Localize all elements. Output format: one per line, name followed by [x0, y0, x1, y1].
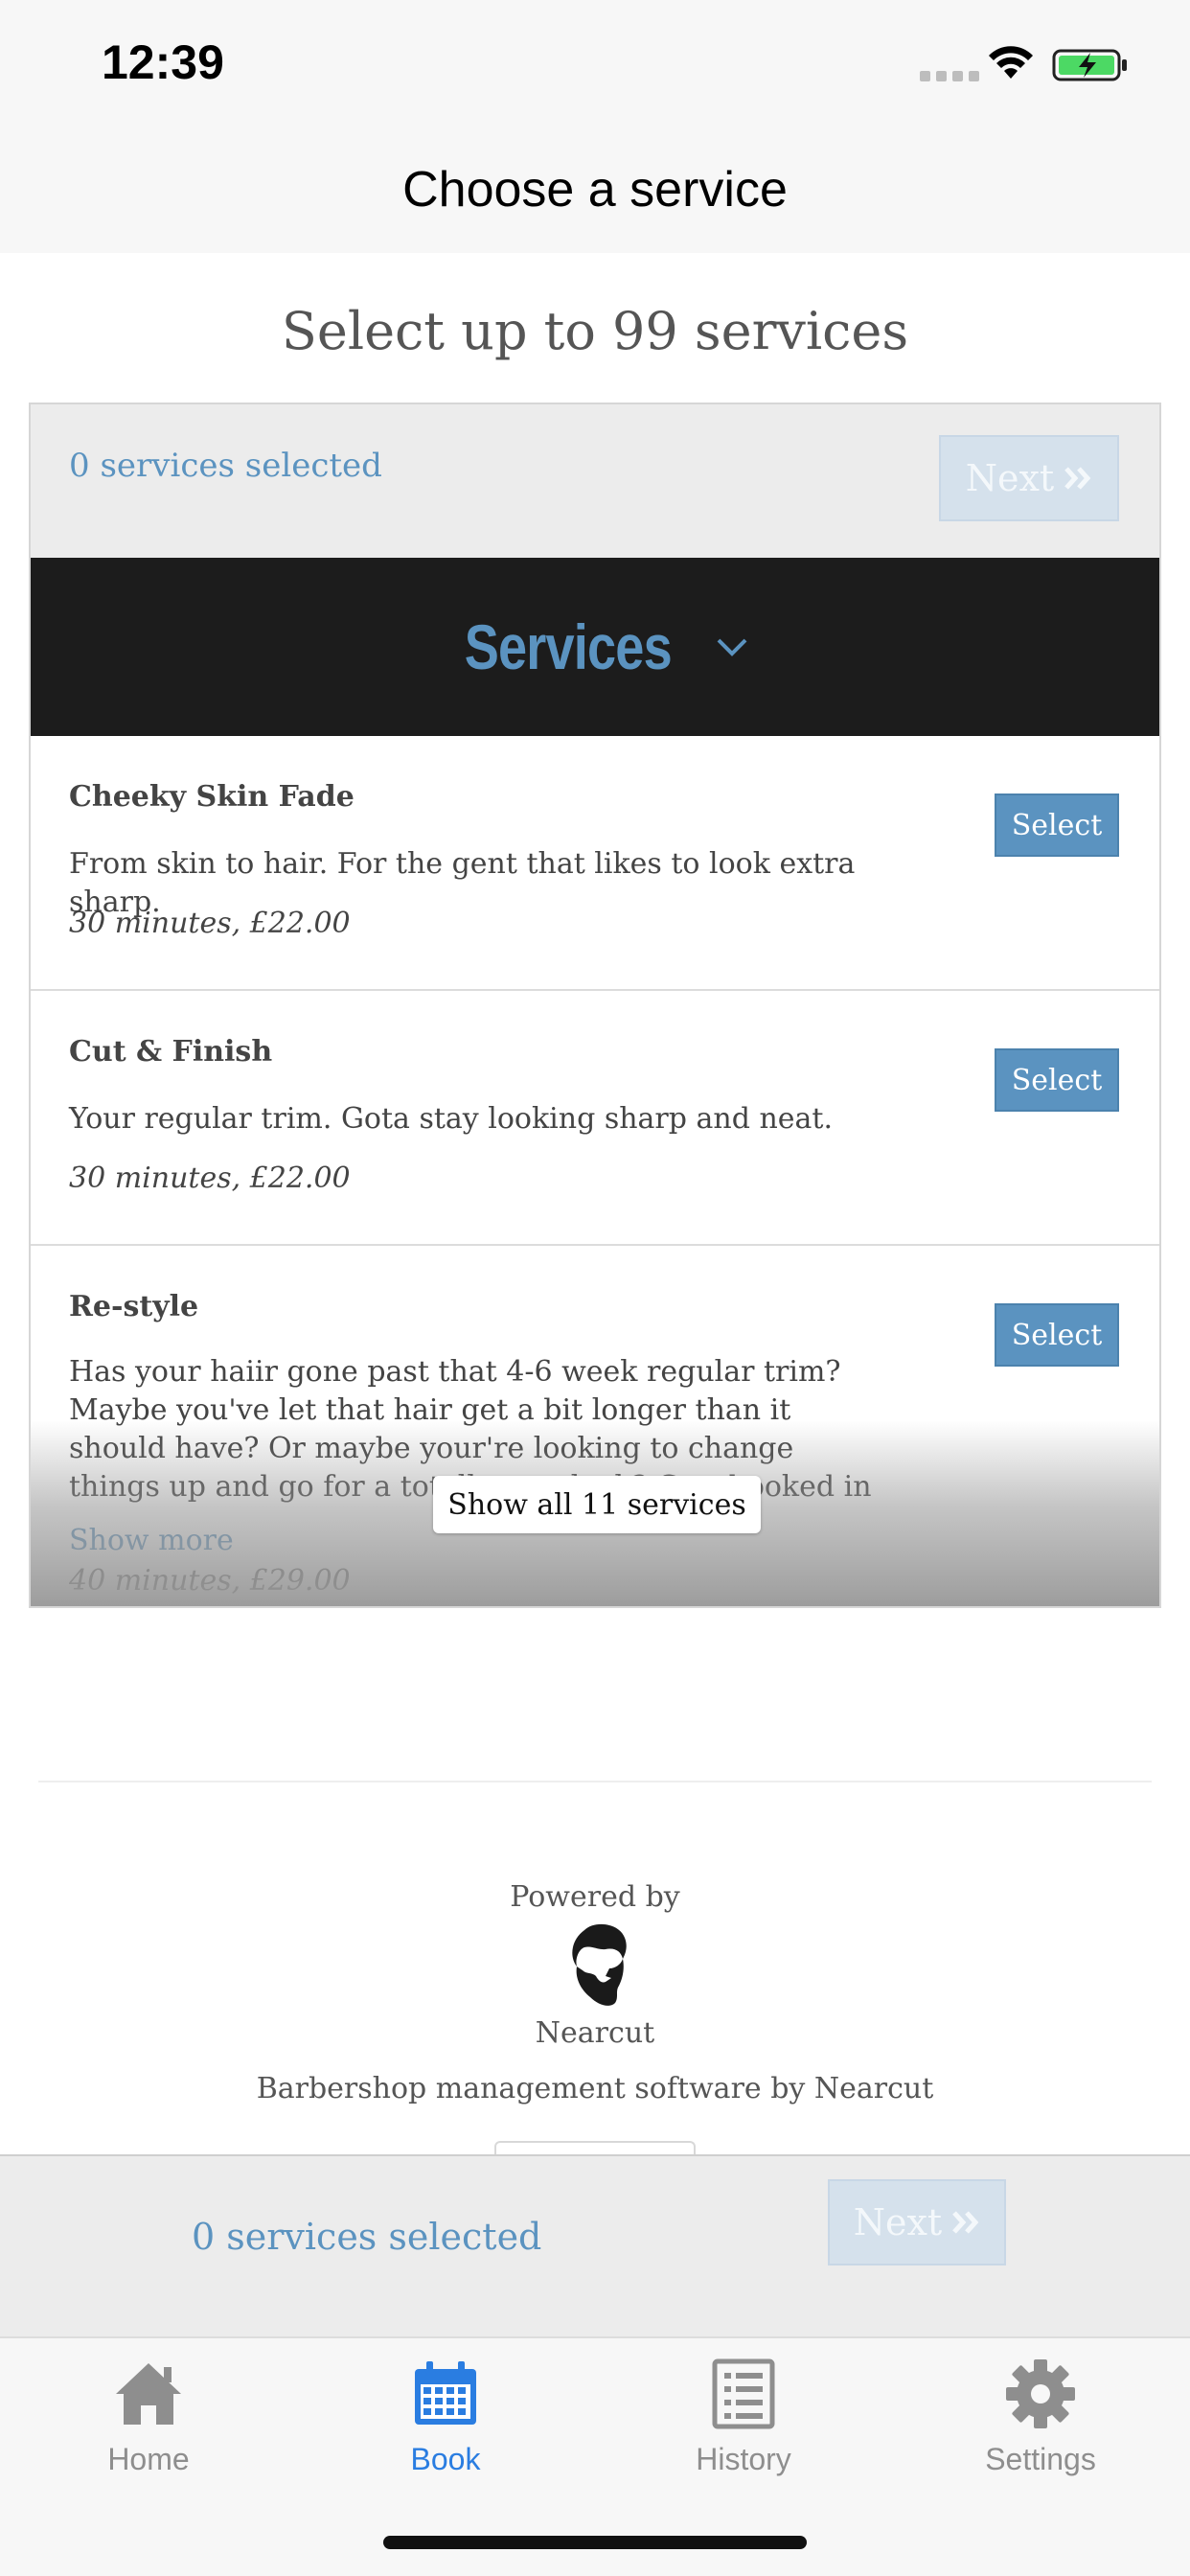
next-button-label: Next — [965, 457, 1055, 499]
service-name: Re-style — [69, 1290, 199, 1323]
service-duration-price: 30 minutes, £22.00 — [69, 1162, 351, 1195]
select-service-button[interactable]: Select — [995, 794, 1119, 857]
brand-name: Nearcut — [535, 2016, 655, 2050]
footer-tagline: Barbershop management software by Nearcu… — [256, 2072, 934, 2105]
footer-divider — [38, 1781, 1152, 1782]
selection-limit-heading: Select up to 99 services — [281, 301, 909, 361]
category-label: Services — [464, 611, 673, 682]
show-more-link[interactable]: Show more — [69, 1524, 234, 1557]
sticky-next-button[interactable]: Next — [828, 2179, 1006, 2266]
service-duration-price: 30 minutes, £22.00 — [69, 907, 351, 940]
tab-label: Book — [410, 2442, 481, 2476]
page-title: Choose a service — [402, 162, 788, 218]
wifi-icon — [989, 46, 1033, 79]
home-indicator — [383, 2536, 807, 2549]
sticky-selected-count: 0 services selected — [192, 2216, 542, 2258]
next-button[interactable]: Next — [939, 435, 1119, 521]
service-name: Cheeky Skin Fade — [69, 780, 355, 814]
tab-book[interactable]: Book — [340, 2358, 551, 2501]
gear-icon — [1006, 2359, 1075, 2428]
service-description: Your regular trim. Gota stay looking sha… — [69, 1102, 834, 1136]
tab-label: Home — [107, 2442, 190, 2476]
status-bar: 12:39 — [0, 0, 1190, 126]
sticky-next-label: Next — [853, 2201, 943, 2243]
select-service-button[interactable]: Select — [995, 1303, 1119, 1367]
category-dropdown[interactable]: Services — [31, 558, 1159, 736]
tab-label: Settings — [985, 2442, 1096, 2476]
battery-charging-icon — [1052, 49, 1127, 81]
cellular-signal-icon — [920, 71, 979, 81]
selection-summary-bar: 0 services selected Next — [31, 404, 1159, 558]
tab-label: History — [696, 2442, 791, 2476]
double-chevron-right-icon — [1064, 467, 1091, 490]
tab-settings[interactable]: Settings — [935, 2358, 1146, 2501]
service-item: Cheeky Skin Fade From skin to hair. For … — [31, 736, 1159, 991]
home-icon — [116, 2363, 181, 2425]
tab-home[interactable]: Home — [43, 2358, 254, 2501]
sticky-selection-bar: 0 services selected Next — [0, 2154, 1190, 2336]
barber-logo-icon — [572, 1923, 627, 2006]
list-icon — [712, 2358, 775, 2429]
tab-history[interactable]: History — [638, 2358, 849, 2501]
navigation-bar: Choose a service — [0, 126, 1190, 253]
service-duration-price: 40 minutes, £29.00 — [69, 1564, 351, 1598]
selected-count: 0 services selected — [69, 447, 382, 485]
select-service-button[interactable]: Select — [995, 1048, 1119, 1112]
status-time: 12:39 — [102, 35, 224, 89]
powered-by-label: Powered by — [510, 1880, 680, 1914]
show-all-services-button[interactable]: Show all 11 services — [433, 1476, 761, 1533]
service-name: Cut & Finish — [69, 1035, 273, 1069]
services-panel: 0 services selected Next Services Cheeky… — [29, 402, 1161, 1608]
double-chevron-right-icon — [952, 2211, 979, 2234]
service-item: Cut & Finish Your regular trim. Gota sta… — [31, 991, 1159, 1246]
chevron-down-icon — [717, 638, 747, 656]
calendar-icon — [415, 2361, 476, 2425]
